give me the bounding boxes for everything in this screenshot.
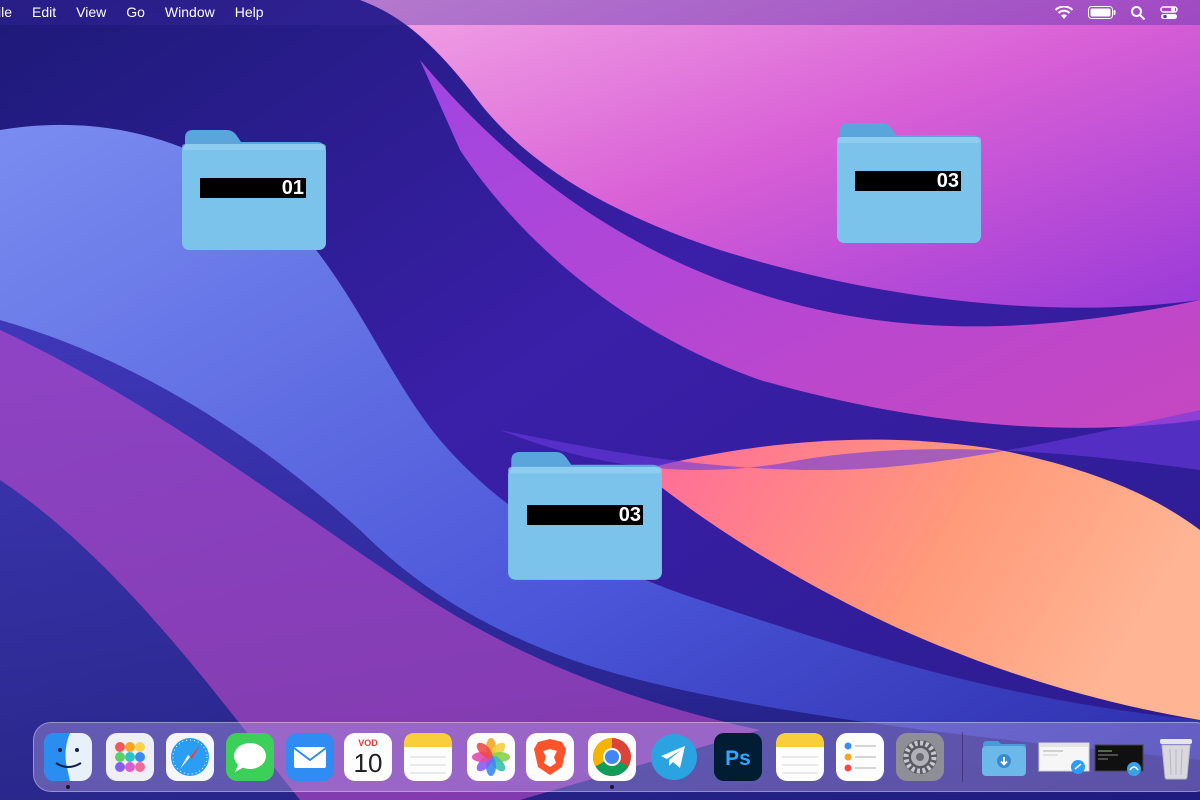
trash-icon <box>1160 739 1192 780</box>
menu-bar: ile Edit View Go Window Help <box>0 0 1200 25</box>
photoshop-icon: Ps <box>714 733 762 781</box>
menu-help[interactable]: Help <box>225 0 274 25</box>
folder-03-bottom[interactable]: 03 <box>507 452 663 582</box>
dock-safari[interactable] <box>166 733 214 781</box>
reminders-icon <box>836 733 884 781</box>
messages-icon <box>226 733 274 781</box>
notes-icon <box>404 733 452 781</box>
running-indicator <box>610 785 614 789</box>
dock-photoshop[interactable]: Ps <box>714 733 762 781</box>
photos-icon <box>467 733 515 781</box>
downloads-folder-icon <box>982 741 1026 776</box>
wifi-icon[interactable] <box>1054 5 1074 20</box>
dock-brave[interactable] <box>526 733 574 781</box>
dock-preview-window[interactable] <box>1038 733 1090 781</box>
safari-icon <box>166 733 214 781</box>
control-center-icon[interactable] <box>1160 5 1178 21</box>
folder-label: 03 <box>855 171 961 191</box>
mail-icon <box>286 733 334 781</box>
photoshop-label: Ps <box>725 747 751 770</box>
calendar-day: 10 <box>354 748 383 778</box>
calendar-month: VOD <box>358 738 378 748</box>
folder-01[interactable]: 01 <box>181 130 327 252</box>
menu-go[interactable]: Go <box>116 0 155 25</box>
desktop: ile Edit View Go Window Help <box>0 0 1200 800</box>
menu-list: ile Edit View Go Window Help <box>0 0 274 25</box>
dock-terminal-window[interactable] <box>1094 733 1144 781</box>
dock-photos[interactable] <box>467 733 515 781</box>
folder-label: 01 <box>200 178 306 198</box>
dock-mail[interactable] <box>286 733 334 781</box>
dock-telegram[interactable] <box>650 733 698 781</box>
menu-edit[interactable]: Edit <box>22 0 66 25</box>
finder-icon <box>44 733 92 781</box>
dock-trash[interactable] <box>1152 733 1200 781</box>
wallpaper <box>0 0 1200 800</box>
launchpad-icon <box>106 733 154 781</box>
dock-finder[interactable] <box>44 733 92 781</box>
dock-system-preferences[interactable] <box>896 733 944 781</box>
dock-divider <box>962 732 963 782</box>
calendar-icon: VOD 10 <box>344 733 392 781</box>
search-icon[interactable] <box>1130 5 1146 21</box>
notes-icon <box>776 733 824 781</box>
dock-downloads[interactable] <box>980 733 1028 781</box>
terminal-window-thumbnail <box>1094 744 1144 776</box>
dock-chrome[interactable] <box>588 733 636 781</box>
dock-reminders[interactable] <box>836 733 884 781</box>
running-indicator <box>66 785 70 789</box>
dock-notes-2[interactable] <box>776 733 824 781</box>
menu-view[interactable]: View <box>66 0 116 25</box>
menu-window[interactable]: Window <box>155 0 225 25</box>
battery-icon[interactable] <box>1088 6 1116 19</box>
chrome-icon <box>588 733 636 781</box>
folder-label: 03 <box>527 505 643 525</box>
status-area <box>1054 0 1178 25</box>
folder-03-top[interactable]: 03 <box>836 123 982 245</box>
dock-notes[interactable] <box>404 733 452 781</box>
dock-messages[interactable] <box>226 733 274 781</box>
gear-icon <box>896 733 944 781</box>
preview-window-thumbnail <box>1038 742 1090 774</box>
dock-calendar[interactable]: VOD 10 <box>344 733 392 781</box>
dock-launchpad[interactable] <box>106 733 154 781</box>
telegram-icon <box>651 734 697 780</box>
menu-file[interactable]: ile <box>0 0 22 25</box>
brave-icon <box>526 733 574 781</box>
